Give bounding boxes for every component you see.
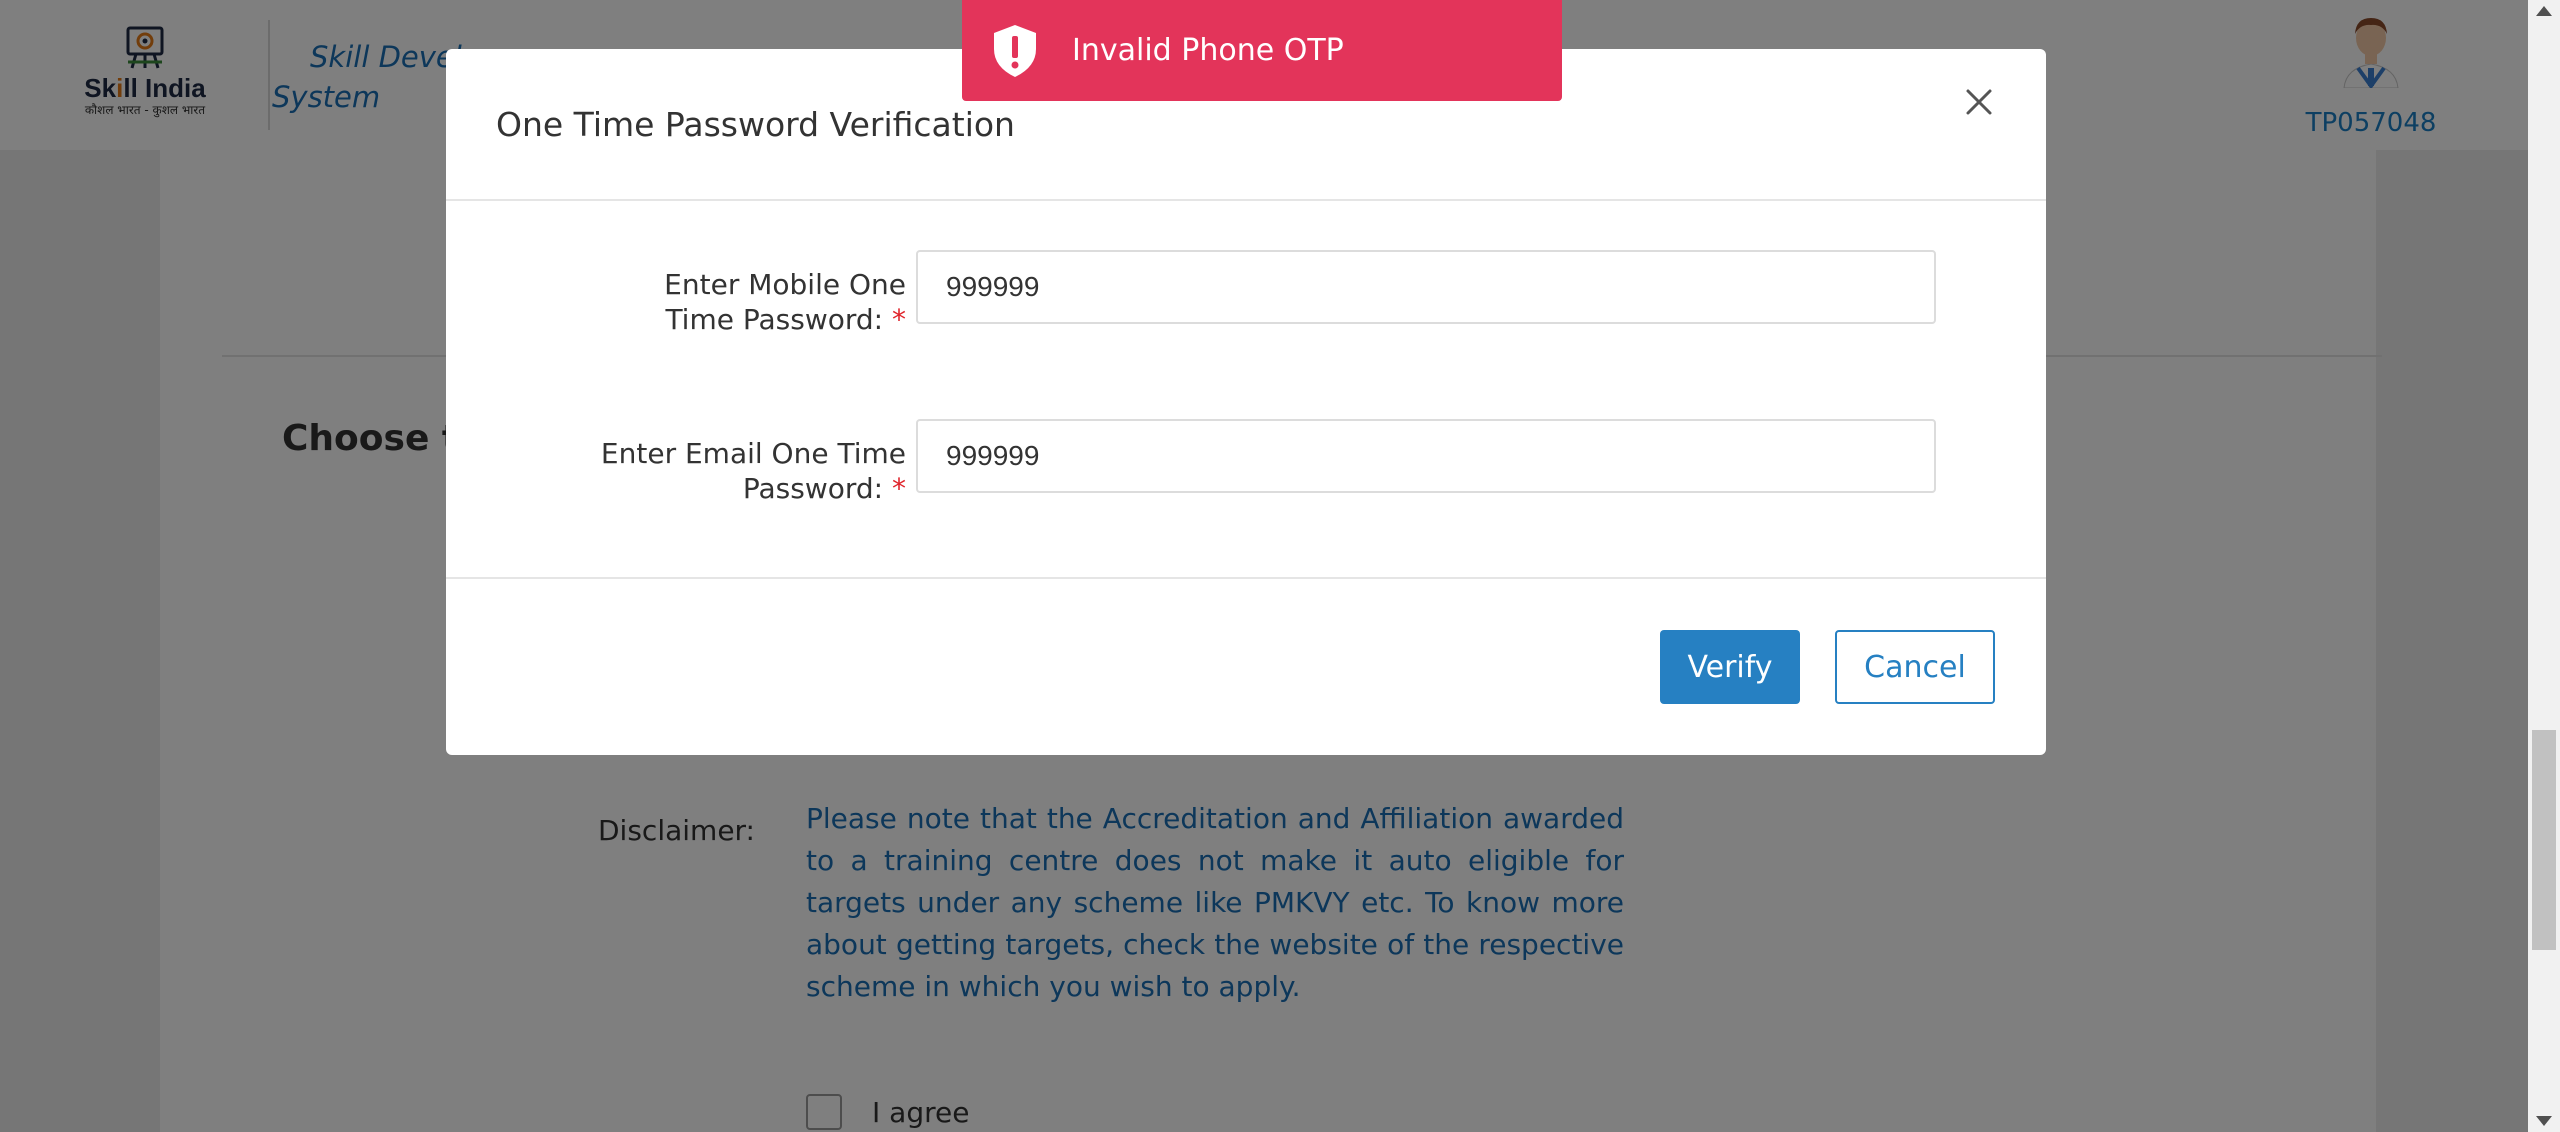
- scroll-up-arrow-icon[interactable]: [2536, 6, 2552, 16]
- required-mark: *: [892, 303, 906, 336]
- modal-header-divider: [446, 199, 2046, 201]
- required-mark: *: [892, 472, 906, 505]
- page-scrollbar[interactable]: [2528, 0, 2560, 1132]
- verify-button[interactable]: Verify: [1660, 630, 1800, 704]
- close-icon[interactable]: [1954, 77, 2004, 127]
- modal-title: One Time Password Verification: [496, 105, 1015, 144]
- toast-message: Invalid Phone OTP: [1072, 33, 1344, 68]
- cancel-button[interactable]: Cancel: [1835, 630, 1995, 704]
- email-otp-label: Enter Email One Time Password: *: [600, 437, 906, 505]
- mobile-otp-label: Enter Mobile One Time Password: *: [664, 268, 906, 336]
- mobile-otp-input[interactable]: [916, 250, 1936, 324]
- email-otp-input[interactable]: [916, 419, 1936, 493]
- modal-footer-divider: [446, 577, 2046, 579]
- shield-alert-icon: [992, 23, 1038, 79]
- otp-verification-modal: One Time Password Verification Enter Mob…: [446, 49, 2046, 755]
- scroll-down-arrow-icon[interactable]: [2536, 1116, 2552, 1126]
- scrollbar-thumb[interactable]: [2532, 730, 2556, 950]
- error-toast[interactable]: Invalid Phone OTP: [962, 0, 1562, 101]
